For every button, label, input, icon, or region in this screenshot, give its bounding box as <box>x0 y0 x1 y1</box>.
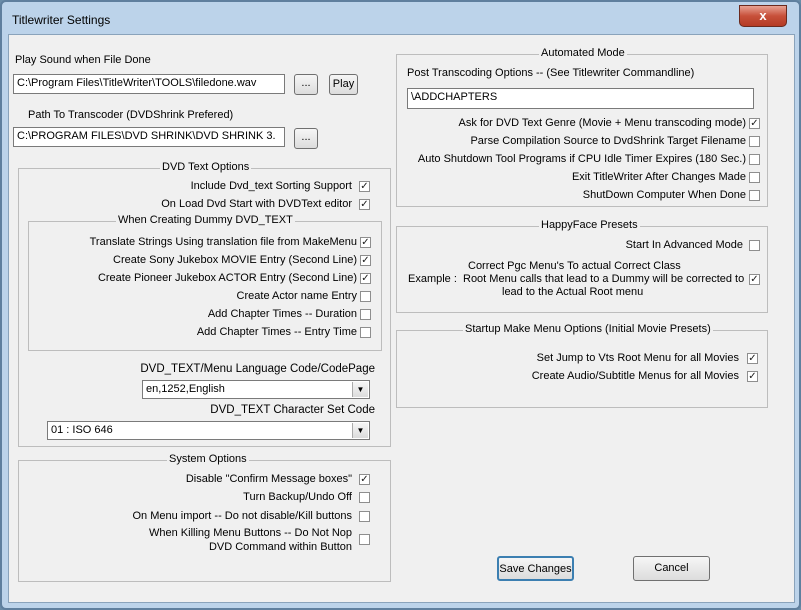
nop-label-line2: DVD Command within Button <box>208 541 352 553</box>
correct-pgc-line1: Correct Pgc Menu's To actual Correct Cla… <box>468 260 681 272</box>
auto-shutdown-tools-label: Auto Shutdown Tool Programs if CPU Idle … <box>417 153 746 165</box>
menu-import-checkbox[interactable] <box>359 511 370 522</box>
advanced-mode-checkbox[interactable] <box>749 240 760 251</box>
advanced-mode-label: Start In Advanced Mode <box>625 239 743 251</box>
language-select-value: en,1252,English <box>146 383 225 395</box>
save-changes-button[interactable]: Save Changes <box>497 556 574 581</box>
actor-name-label: Create Actor name Entry <box>236 290 357 302</box>
post-transcoding-field[interactable]: \ADDCHAPTERS <box>407 88 754 109</box>
dvd-text-options-group: DVD Text Options Include Dvd_text Sortin… <box>18 161 391 447</box>
dvd-text-genre-label: Ask for DVD Text Genre (Movie + Menu tra… <box>458 117 746 129</box>
chapter-duration-checkbox[interactable] <box>360 309 371 320</box>
charset-label: DVD_TEXT Character Set Code <box>210 404 375 416</box>
correct-pgc-checkbox[interactable]: ✓ <box>749 274 760 285</box>
chapter-entry-time-checkbox[interactable] <box>360 327 371 338</box>
translate-strings-label: Translate Strings Using translation file… <box>89 236 357 248</box>
dialog-client: Play Sound when File Done C:\Program Fil… <box>8 34 795 603</box>
chevron-down-icon: ▼ <box>352 382 368 397</box>
transcoder-path-field[interactable]: C:\PROGRAM FILES\DVD SHRINK\DVD SHRINK 3… <box>13 127 285 147</box>
pioneer-jukebox-checkbox[interactable]: ✓ <box>360 273 371 284</box>
language-label: DVD_TEXT/Menu Language Code/CodePage <box>140 363 375 375</box>
correct-pgc-line3: lead to the Actual Root menu <box>502 286 644 298</box>
transcoder-browse-button[interactable]: ... <box>294 128 318 149</box>
language-select[interactable]: en,1252,English ▼ <box>142 380 370 399</box>
post-transcoding-label: Post Transcoding Options -- (See Titlewr… <box>407 67 695 79</box>
example-label: Example : <box>408 273 457 285</box>
exit-titlewriter-checkbox[interactable] <box>749 172 760 183</box>
translate-strings-checkbox[interactable]: ✓ <box>360 237 371 248</box>
parse-compilation-checkbox[interactable] <box>749 136 760 147</box>
title-bar[interactable]: Titlewriter Settings x <box>2 2 799 36</box>
confirm-boxes-label: Disable "Confirm Message boxes" <box>185 473 352 485</box>
chapter-entry-time-label: Add Chapter Times -- Entry Time <box>196 326 357 338</box>
jump-vts-root-checkbox[interactable]: ✓ <box>747 353 758 364</box>
audio-subtitle-menus-checkbox[interactable]: ✓ <box>747 371 758 382</box>
chapter-duration-label: Add Chapter Times -- Duration <box>207 308 357 320</box>
audio-subtitle-menus-label: Create Audio/Subtitle Menus for all Movi… <box>531 370 739 382</box>
charset-select[interactable]: 01 : ISO 646 ▼ <box>47 421 370 440</box>
close-button[interactable]: x <box>739 5 787 27</box>
window-title: Titlewriter Settings <box>12 13 111 27</box>
actor-name-checkbox[interactable] <box>360 291 371 302</box>
jump-vts-root-label: Set Jump to Vts Root Menu for all Movies <box>536 352 739 364</box>
sound-file-field[interactable]: C:\Program Files\TitleWriter\TOOLS\filed… <box>13 74 285 94</box>
exit-titlewriter-label: Exit TitleWriter After Changes Made <box>571 171 746 183</box>
correct-pgc-line2: Root Menu calls that lead to a Dummy wil… <box>463 273 745 285</box>
startup-options-title: Startup Make Menu Options (Initial Movie… <box>463 323 713 335</box>
dummy-dvdtext-group: When Creating Dummy DVD_TEXT Translate S… <box>28 214 382 351</box>
sorting-support-label: Include Dvd_text Sorting Support <box>190 180 352 192</box>
automated-mode-group: Automated Mode Post Transcoding Options … <box>396 47 768 207</box>
system-options-title: System Options <box>167 453 249 465</box>
auto-shutdown-tools-checkbox[interactable] <box>749 154 760 165</box>
nop-label-line1: When Killing Menu Buttons -- Do Not Nop <box>149 527 352 539</box>
chevron-down-icon: ▼ <box>352 423 368 438</box>
sound-browse-button[interactable]: ... <box>294 74 318 95</box>
transcoder-label: Path To Transcoder (DVDShrink Prefered) <box>28 109 234 121</box>
startup-options-group: Startup Make Menu Options (Initial Movie… <box>396 323 768 408</box>
automated-mode-title: Automated Mode <box>539 47 627 59</box>
confirm-boxes-checkbox[interactable]: ✓ <box>359 474 370 485</box>
system-options-group: System Options Disable "Confirm Message … <box>18 453 391 582</box>
play-sound-label: Play Sound when File Done <box>15 54 151 66</box>
sony-jukebox-label: Create Sony Jukebox MOVIE Entry (Second … <box>113 254 357 266</box>
dummy-dvdtext-title: When Creating Dummy DVD_TEXT <box>116 214 295 226</box>
sony-jukebox-checkbox[interactable]: ✓ <box>360 255 371 266</box>
play-button[interactable]: Play <box>329 74 358 95</box>
dvdtext-editor-checkbox[interactable]: ✓ <box>359 199 370 210</box>
shutdown-computer-checkbox[interactable] <box>749 190 760 201</box>
cancel-button[interactable]: Cancel <box>633 556 710 581</box>
happyface-presets-group: HappyFace Presets Start In Advanced Mode… <box>396 219 768 313</box>
dvd-text-options-title: DVD Text Options <box>160 161 252 173</box>
backup-undo-label: Turn Backup/Undo Off <box>243 491 352 503</box>
pioneer-jukebox-label: Create Pioneer Jukebox ACTOR Entry (Seco… <box>97 272 357 284</box>
menu-import-label: On Menu import -- Do not disable/Kill bu… <box>132 510 353 522</box>
dvdtext-editor-label: On Load Dvd Start with DVDText editor <box>161 198 352 210</box>
parse-compilation-label: Parse Compilation Source to DvdShrink Ta… <box>470 135 746 147</box>
happyface-presets-title: HappyFace Presets <box>539 219 640 231</box>
sorting-support-checkbox[interactable]: ✓ <box>359 181 370 192</box>
dvd-text-genre-checkbox[interactable]: ✓ <box>749 118 760 129</box>
settings-window: Titlewriter Settings x Play Sound when F… <box>0 0 801 610</box>
nop-checkbox[interactable] <box>359 534 370 545</box>
backup-undo-checkbox[interactable] <box>359 492 370 503</box>
charset-select-value: 01 : ISO 646 <box>51 424 113 436</box>
shutdown-computer-label: ShutDown Computer When Done <box>582 189 746 201</box>
